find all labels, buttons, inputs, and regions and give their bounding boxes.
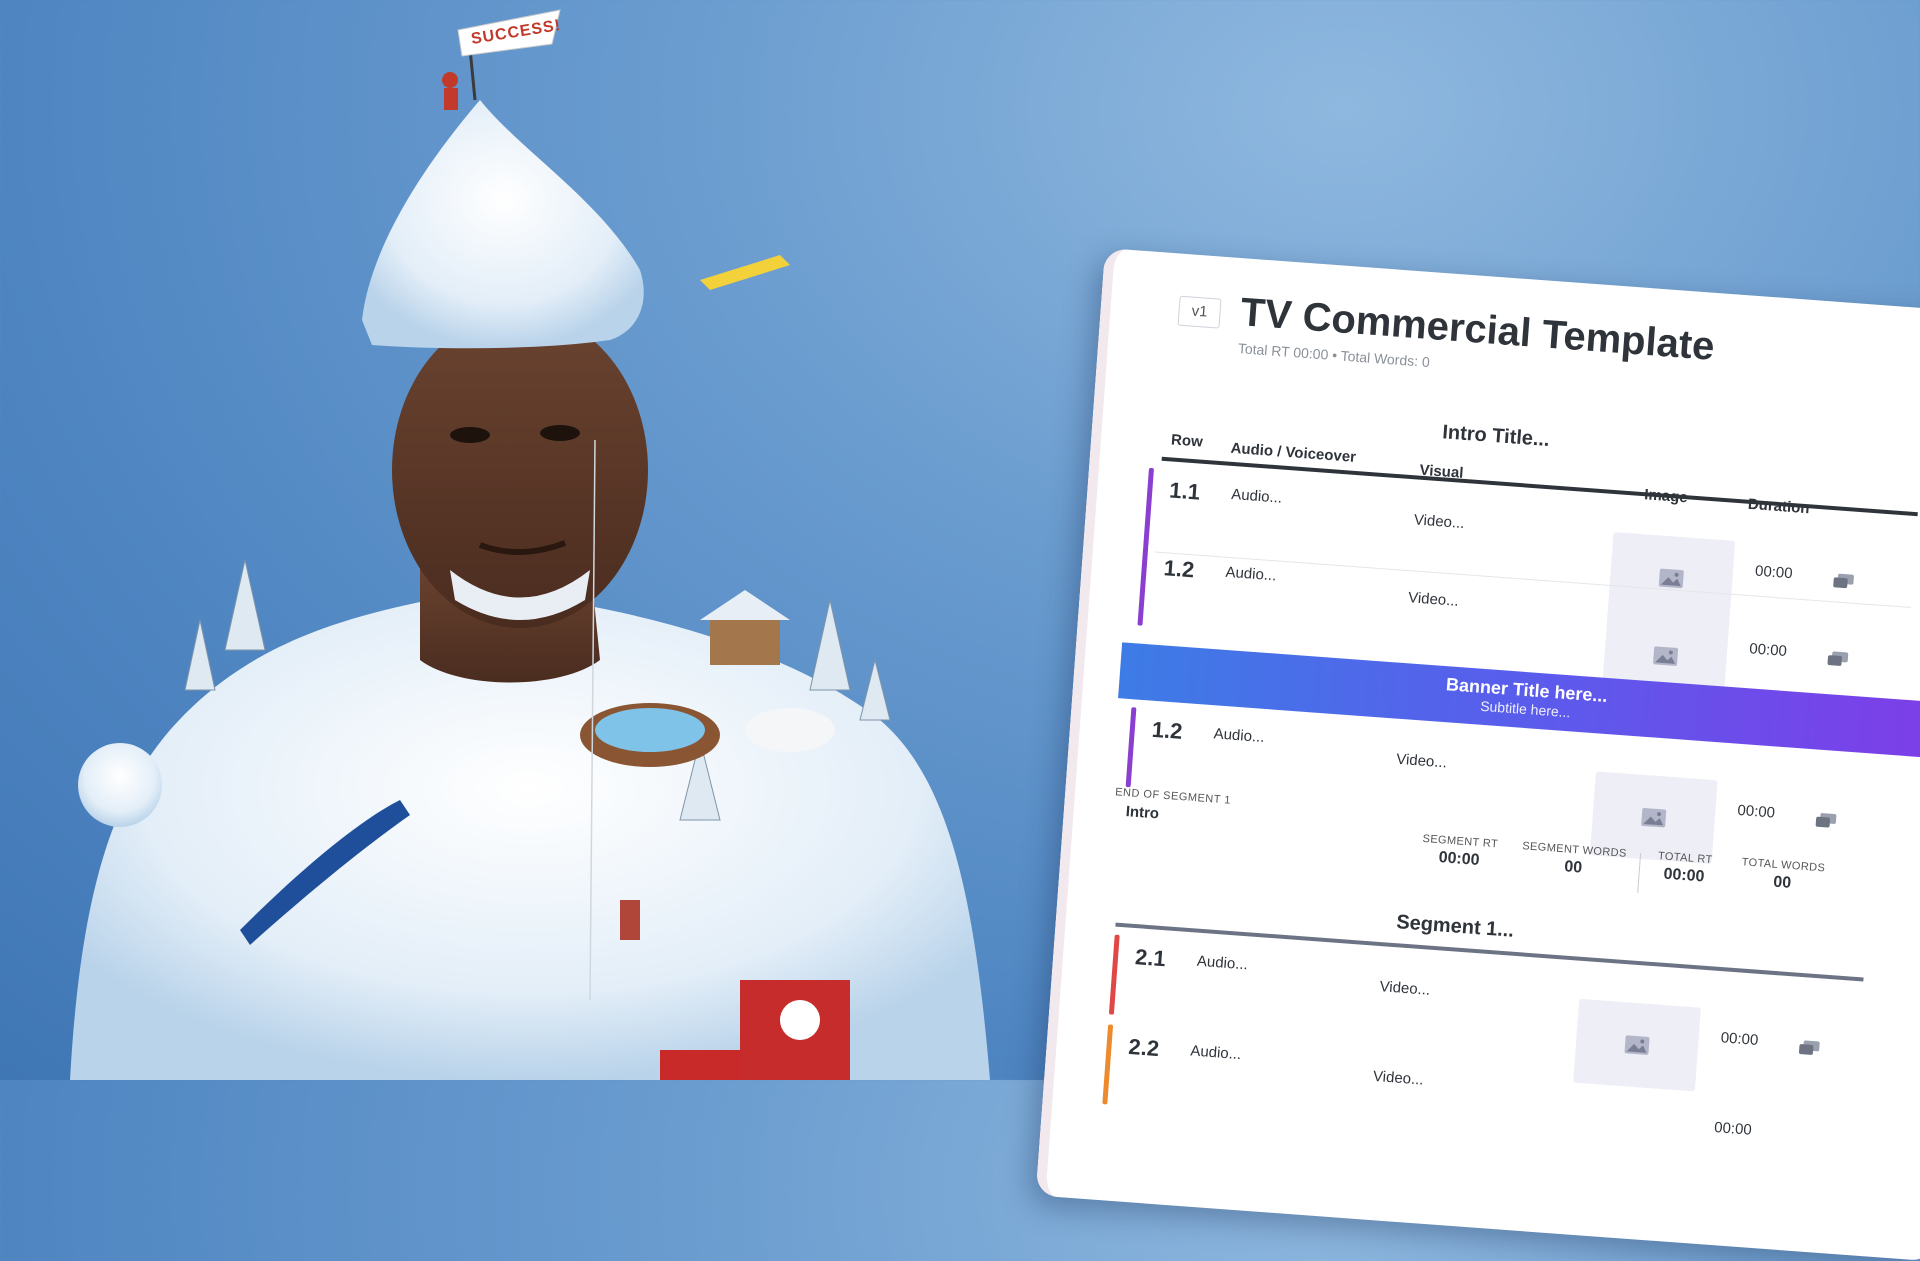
audio-cell[interactable]: Audio... [1225, 564, 1277, 585]
template-sheet: v1 TV Commercial Template Total RT 00:00… [1035, 248, 1920, 1261]
video-cell[interactable]: Video... [1372, 1068, 1424, 1089]
row-number: 1.1 [1168, 477, 1201, 505]
audio-cell[interactable]: Audio... [1196, 953, 1248, 974]
video-cell[interactable]: Video... [1379, 978, 1431, 999]
row-number: 1.2 [1150, 716, 1184, 744]
duration-cell[interactable]: 00:00 [1720, 1029, 1759, 1049]
audio-cell[interactable]: Audio... [1213, 725, 1265, 746]
audio-cell[interactable]: Audio... [1231, 486, 1283, 507]
duration-cell[interactable]: 00:00 [1737, 802, 1776, 822]
video-cell[interactable]: Video... [1408, 589, 1460, 610]
row-number: 2.1 [1134, 944, 1167, 972]
col-row: Row [1170, 431, 1204, 451]
comment-icon[interactable] [1826, 650, 1849, 668]
duration-cell[interactable]: 00:00 [1754, 563, 1793, 583]
row-number: 2.2 [1127, 1033, 1161, 1062]
image-icon [1641, 808, 1667, 828]
comment-icon[interactable] [1832, 572, 1855, 590]
video-cell[interactable]: Video... [1413, 511, 1465, 532]
stat-total-rt: TOTAL RT 00:00 [1656, 850, 1713, 887]
video-cell[interactable]: Video... [1396, 751, 1448, 772]
image-icon [1624, 1035, 1650, 1055]
row-number: 1.2 [1162, 555, 1196, 583]
duration-cell[interactable]: 00:00 [1714, 1119, 1753, 1139]
comment-icon[interactable] [1798, 1039, 1821, 1057]
comment-icon[interactable] [1814, 812, 1837, 830]
image-icon [1653, 646, 1679, 666]
stat-segment-rt: SEGMENT RT 00:00 [1421, 833, 1498, 871]
audio-cell[interactable]: Audio... [1190, 1042, 1242, 1063]
version-badge[interactable]: v1 [1177, 295, 1222, 329]
stat-total-words: TOTAL WORDS 00 [1740, 856, 1825, 895]
snow-mountain-illustration: SUCCESS! [70, 9, 990, 1080]
col-audio: Audio / Voiceover [1230, 439, 1357, 466]
duration-cell[interactable]: 00:00 [1749, 640, 1788, 660]
